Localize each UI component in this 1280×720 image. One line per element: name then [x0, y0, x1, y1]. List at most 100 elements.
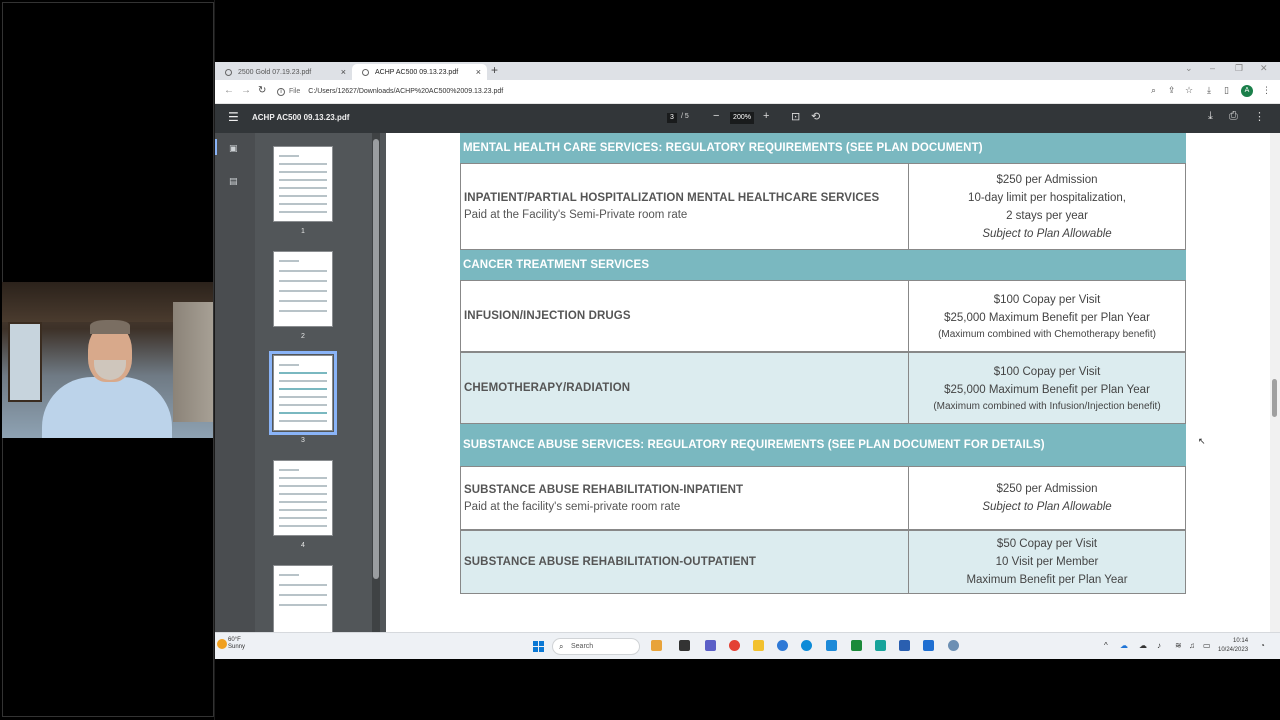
service-cell: INPATIENT/PARTIAL HOSPITALIZATION MENTAL…: [460, 163, 909, 250]
benefit-cell: $250 per Admission 10-day limit per hosp…: [908, 163, 1186, 250]
benefit-line: 10-day limit per hospitalization,: [968, 191, 1126, 204]
globe-icon: [362, 68, 369, 76]
mouse-cursor-icon: ↖: [1198, 436, 1206, 446]
info-icon[interactable]: i: [277, 87, 285, 96]
thumbnails-icon[interactable]: ▣: [229, 143, 238, 154]
store-icon[interactable]: [899, 640, 910, 651]
restore-icon[interactable]: ❐: [1235, 63, 1243, 74]
tab-achp-ac500[interactable]: ACHP AC500 09.13.23.pdf ×: [352, 64, 487, 80]
zoom-in-button[interactable]: +: [763, 110, 769, 122]
forward-icon[interactable]: →: [241, 85, 251, 96]
app-gear-icon[interactable]: [948, 640, 959, 651]
close-icon[interactable]: ×: [341, 67, 346, 77]
download-icon[interactable]: ⤓: [1207, 85, 1211, 96]
close-icon[interactable]: ×: [476, 67, 481, 77]
service-note: Paid at the facility's semi-private room…: [464, 500, 681, 513]
clock-date: 10/24/2023: [1218, 647, 1249, 653]
reload-icon[interactable]: ↻: [258, 85, 266, 96]
sidebar-scrollbar[interactable]: [372, 133, 380, 659]
more-menu-icon[interactable]: ⋮: [1262, 85, 1271, 96]
close-window-icon[interactable]: ✕: [1260, 63, 1268, 74]
search-placeholder: Search: [571, 643, 594, 650]
benefit-line: $50 Copay per Visit: [996, 538, 1098, 550]
section-header: SUBSTANCE ABUSE SERVICES: REGULATORY REQ…: [460, 424, 1186, 466]
weather-widget[interactable]: 60°F Sunny: [217, 637, 246, 651]
chevron-up-icon[interactable]: ^: [1104, 641, 1108, 650]
page-total: / 5: [681, 113, 689, 120]
chrome-icon[interactable]: [729, 640, 740, 651]
app-teal-icon[interactable]: [875, 640, 886, 651]
tab-label: ACHP AC500 09.13.23.pdf: [375, 68, 459, 76]
back-icon[interactable]: ←: [224, 85, 234, 96]
rotate-icon[interactable]: ⟲: [811, 110, 820, 123]
download-icon[interactable]: ⤓: [1208, 110, 1213, 123]
scheme-label: File: [289, 88, 301, 95]
page-number-input[interactable]: 3: [667, 113, 677, 123]
outline-icon[interactable]: ▤: [229, 176, 238, 187]
new-tab-button[interactable]: +: [491, 63, 498, 77]
start-button[interactable]: [533, 641, 544, 652]
fit-page-icon[interactable]: ⊡: [791, 110, 800, 123]
benefit-italic: Subject to Plan Allowable: [982, 501, 1112, 513]
settings-icon[interactable]: [777, 640, 788, 651]
service-name: INFUSION/INJECTION DRUGS: [464, 310, 631, 322]
page-thumbnail[interactable]: [273, 251, 333, 327]
page-thumbnail[interactable]: [273, 146, 333, 222]
notification-icon[interactable]: ◔: [1260, 641, 1265, 650]
address-bar[interactable]: i File C:/Users/12627/Downloads/ACHP%20A…: [277, 83, 1147, 100]
benefit-line: 2 stays per year: [1006, 209, 1088, 222]
zoom-out-button[interactable]: −: [713, 110, 719, 122]
more-options-icon[interactable]: ⋮: [1254, 110, 1265, 123]
section-header-text: SUBSTANCE ABUSE SERVICES: REGULATORY REQ…: [463, 439, 1045, 451]
address-toolbar: ← → ↻ i File C:/Users/12627/Downloads/AC…: [215, 80, 1280, 104]
tab-2500-gold[interactable]: 2500 Gold 07.19.23.pdf ×: [215, 64, 352, 80]
minimize-icon[interactable]: –: [1210, 63, 1215, 73]
widgets-icon[interactable]: [651, 640, 662, 651]
page-thumbnail[interactable]: [273, 565, 333, 635]
hamburger-menu-icon[interactable]: ☰: [228, 110, 239, 124]
file-explorer-icon[interactable]: [753, 640, 764, 651]
profile-avatar[interactable]: A: [1241, 85, 1253, 97]
chevron-down-icon[interactable]: ⌄: [1185, 63, 1193, 74]
teams-icon[interactable]: [705, 640, 716, 651]
benefit-line: $25,000 Maximum Benefit per Plan Year: [944, 383, 1150, 396]
task-view-icon[interactable]: [679, 640, 690, 651]
app-l-icon[interactable]: [826, 640, 837, 651]
benefit-line: $25,000 Maximum Benefit per Plan Year: [944, 311, 1150, 324]
zoom-level-input[interactable]: 200%: [730, 112, 754, 124]
thumbnail-number: 2: [301, 333, 305, 340]
sun-icon: [217, 639, 227, 649]
service-name: CHEMOTHERAPY/RADIATION: [464, 382, 631, 394]
sidepanel-icon[interactable]: ▯: [1224, 85, 1229, 96]
section-header-text: MENTAL HEALTH CARE SERVICES: REGULATORY …: [463, 142, 983, 154]
service-cell: INFUSION/INJECTION DRUGS: [460, 280, 909, 352]
sidebar-rail: ▣ ▤: [215, 133, 255, 659]
benefit-line: Maximum Benefit per Plan Year: [966, 574, 1128, 586]
print-icon[interactable]: ⎙: [1229, 110, 1238, 123]
weather-desc: Sunny: [228, 644, 246, 650]
tab-label: 2500 Gold 07.19.23.pdf: [238, 68, 312, 76]
taskbar-search[interactable]: ⌕ Search: [552, 638, 640, 655]
cloud-icon[interactable]: ☁: [1139, 641, 1147, 650]
share-icon[interactable]: ⇪: [1168, 85, 1176, 96]
benefit-note: (Maximum combined with Chemotherapy bene…: [938, 328, 1156, 340]
clock-time: 10:14: [1233, 638, 1249, 644]
mic-icon[interactable]: ♪: [1157, 641, 1161, 650]
wifi-icon[interactable]: ≋: [1175, 641, 1182, 650]
app-green-icon[interactable]: [851, 640, 862, 651]
page-thumbnail-selected[interactable]: [269, 351, 337, 435]
system-clock[interactable]: 10:14 10/24/2023: [1218, 637, 1248, 655]
table-row: SUBSTANCE ABUSE REHABILITATION-INPATIENT…: [460, 466, 1186, 530]
outlook-icon[interactable]: [923, 640, 934, 651]
video-call-panel: [0, 0, 215, 720]
edge-icon[interactable]: [801, 640, 812, 651]
volume-icon[interactable]: ♫: [1189, 641, 1195, 650]
page-thumbnail[interactable]: [273, 460, 333, 536]
thumbnail-number: 3: [301, 437, 305, 444]
star-icon[interactable]: ☆: [1185, 85, 1193, 96]
zoom-icon[interactable]: ⌕: [1151, 85, 1156, 96]
onedrive-icon[interactable]: ☁: [1120, 641, 1128, 650]
section-header: MENTAL HEALTH CARE SERVICES: REGULATORY …: [460, 133, 1186, 163]
vertical-scrollbar[interactable]: [1270, 133, 1280, 659]
battery-icon[interactable]: ▭: [1203, 641, 1211, 650]
